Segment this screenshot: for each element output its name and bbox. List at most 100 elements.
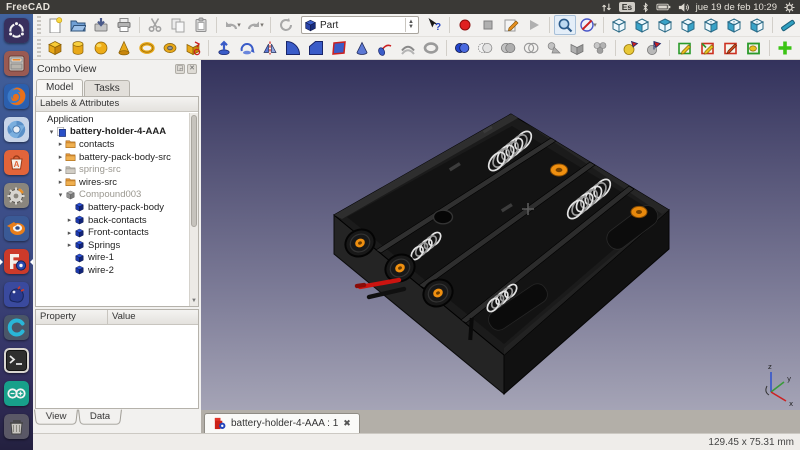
split-compound-button[interactable]: polygon points="8,1.5 14,4.5 8,7.5 2,4.5…: [566, 38, 588, 58]
part-extrude-button[interactable]: [213, 38, 235, 58]
tree-item-wire-2[interactable]: wire-2: [36, 264, 189, 277]
print-button[interactable]: [113, 15, 135, 35]
tree-item-wire-1[interactable]: wire-1: [36, 252, 189, 265]
view-top-button[interactable]: [654, 15, 676, 35]
view-axonometric-button[interactable]: [608, 15, 630, 35]
tree-item-front-contacts[interactable]: ▸Front-contacts: [36, 226, 189, 239]
part-offset-button[interactable]: [397, 38, 419, 58]
view-left-button[interactable]: [746, 15, 768, 35]
close-tab-icon[interactable]: ✖: [343, 418, 351, 429]
part-sweep-button[interactable]: [374, 38, 396, 58]
edit-shape-2-button[interactable]: [697, 38, 719, 58]
boolean-intersection-button[interactable]: [520, 38, 542, 58]
part-chamfer-button[interactable]: [305, 38, 327, 58]
part-ruled-surface-button[interactable]: [328, 38, 350, 58]
launcher-graphics-app[interactable]: [0, 278, 33, 311]
toolbar-handle[interactable]: [37, 39, 41, 57]
expand-arrow-icon[interactable]: ▸: [56, 153, 65, 161]
tree-item-battery-pack-body-src[interactable]: ▸battery-pack-body-src: [36, 151, 189, 164]
view-rear-button[interactable]: [700, 15, 722, 35]
join-connect-button[interactable]: [543, 38, 565, 58]
expand-arrow-icon[interactable]: ▾: [56, 191, 65, 199]
launcher-files[interactable]: [0, 47, 33, 80]
keyboard-layout-indicator[interactable]: Es: [619, 2, 634, 12]
workbench-spinner-icon[interactable]: ▲▼: [405, 18, 416, 32]
tab-data[interactable]: Data: [78, 410, 122, 425]
part-fillet-button[interactable]: [282, 38, 304, 58]
document-tab[interactable]: battery-holder-4-AAA : 1 ✖: [204, 413, 360, 433]
launcher-trash[interactable]: [0, 410, 33, 443]
part-mirror-button[interactable]: [259, 38, 281, 58]
part-box-button[interactable]: [44, 38, 66, 58]
edit-shape-4-button[interactable]: [743, 38, 765, 58]
property-column-header[interactable]: Property: [36, 310, 108, 324]
view-right-button[interactable]: [677, 15, 699, 35]
view-front-button[interactable]: [631, 15, 653, 35]
draw-style-dropdown-icon[interactable]: ▾: [593, 21, 597, 29]
expand-arrow-icon[interactable]: ▸: [56, 178, 65, 186]
measure-button[interactable]: [777, 15, 799, 35]
expand-arrow-icon[interactable]: ▾: [47, 128, 56, 136]
part-thickness-button[interactable]: [420, 38, 442, 58]
paste-button[interactable]: [190, 15, 212, 35]
tree-item-back-contacts[interactable]: ▸back-contacts: [36, 214, 189, 227]
launcher-blender[interactable]: [0, 212, 33, 245]
part-primitives-button[interactable]: polygon points="8,1.5 14,4.5 8,7.5 2,4.5…: [182, 38, 204, 58]
launcher-arduino[interactable]: [0, 377, 33, 410]
part-tube-button[interactable]: [159, 38, 181, 58]
part-torus-button[interactable]: [136, 38, 158, 58]
tab-view[interactable]: View: [34, 410, 78, 425]
check-geometry-button[interactable]: [620, 38, 642, 58]
save-document-button[interactable]: [90, 15, 112, 35]
fit-all-button[interactable]: [554, 15, 576, 35]
macro-stop-button[interactable]: [477, 15, 499, 35]
boolean-cut-button[interactable]: [474, 38, 496, 58]
copy-button[interactable]: [167, 15, 189, 35]
tree-item-battery-pack-body[interactable]: battery-pack-body: [36, 201, 189, 214]
clock[interactable]: jue 19 de feb 10:29: [696, 2, 777, 13]
edit-shape-3-button[interactable]: [720, 38, 742, 58]
whats-this-button[interactable]: ?: [423, 15, 445, 35]
undo-dropdown-icon[interactable]: ▾: [237, 21, 241, 29]
launcher-chromium[interactable]: [0, 113, 33, 146]
edit-shape-1-button[interactable]: [674, 38, 696, 58]
tree-scroll-down-icon[interactable]: ▼: [190, 297, 198, 306]
tree-item-contacts[interactable]: ▸contacts: [36, 138, 189, 151]
battery-icon[interactable]: [656, 3, 671, 11]
close-panel-icon[interactable]: ✕: [187, 64, 197, 74]
launcher-terminal[interactable]: [0, 344, 33, 377]
tree-item-battery-holder-4-aaa[interactable]: ▾battery-holder-4-AAA: [36, 126, 189, 139]
tab-tasks[interactable]: Tasks: [84, 80, 130, 96]
tree-item-spring-src[interactable]: ▸spring-src: [36, 163, 189, 176]
part-cylinder-button[interactable]: [67, 38, 89, 58]
compound-tools-button[interactable]: [589, 38, 611, 58]
redo-button[interactable]: ▾: [244, 15, 266, 35]
boolean-union-button[interactable]: [497, 38, 519, 58]
3d-viewport[interactable]: z y x: [200, 60, 800, 410]
cut-button[interactable]: [144, 15, 166, 35]
tree-scrollbar[interactable]: ▼: [189, 113, 198, 306]
launcher-system-settings[interactable]: [0, 179, 33, 212]
macro-record-button[interactable]: [454, 15, 476, 35]
expand-arrow-icon[interactable]: ▸: [65, 216, 74, 224]
undo-button[interactable]: ▾: [221, 15, 243, 35]
network-arrows-icon[interactable]: [601, 2, 612, 13]
session-gear-icon[interactable]: [784, 2, 795, 13]
tab-model[interactable]: Model: [36, 79, 83, 96]
open-document-button[interactable]: [67, 15, 89, 35]
tree-item-springs[interactable]: ▸Springs: [36, 239, 189, 252]
part-sphere-button[interactable]: [90, 38, 112, 58]
workbench-selector[interactable]: Part▲▼: [301, 16, 419, 34]
expand-arrow-icon[interactable]: ▸: [65, 241, 74, 249]
value-column-header[interactable]: Value: [108, 310, 140, 324]
toolbar-handle[interactable]: [37, 16, 41, 34]
boolean-operation-button[interactable]: [451, 38, 473, 58]
float-window-icon[interactable]: ◲: [175, 64, 185, 74]
combo-view-titlebar[interactable]: Combo View ◲ ✕: [33, 60, 201, 77]
refresh-button[interactable]: [275, 15, 297, 35]
launcher-software-center[interactable]: A: [0, 146, 33, 179]
new-document-button[interactable]: [44, 15, 66, 35]
part-loft-button[interactable]: [351, 38, 373, 58]
redo-dropdown-icon[interactable]: ▾: [260, 21, 264, 29]
launcher-firefox[interactable]: [0, 80, 33, 113]
